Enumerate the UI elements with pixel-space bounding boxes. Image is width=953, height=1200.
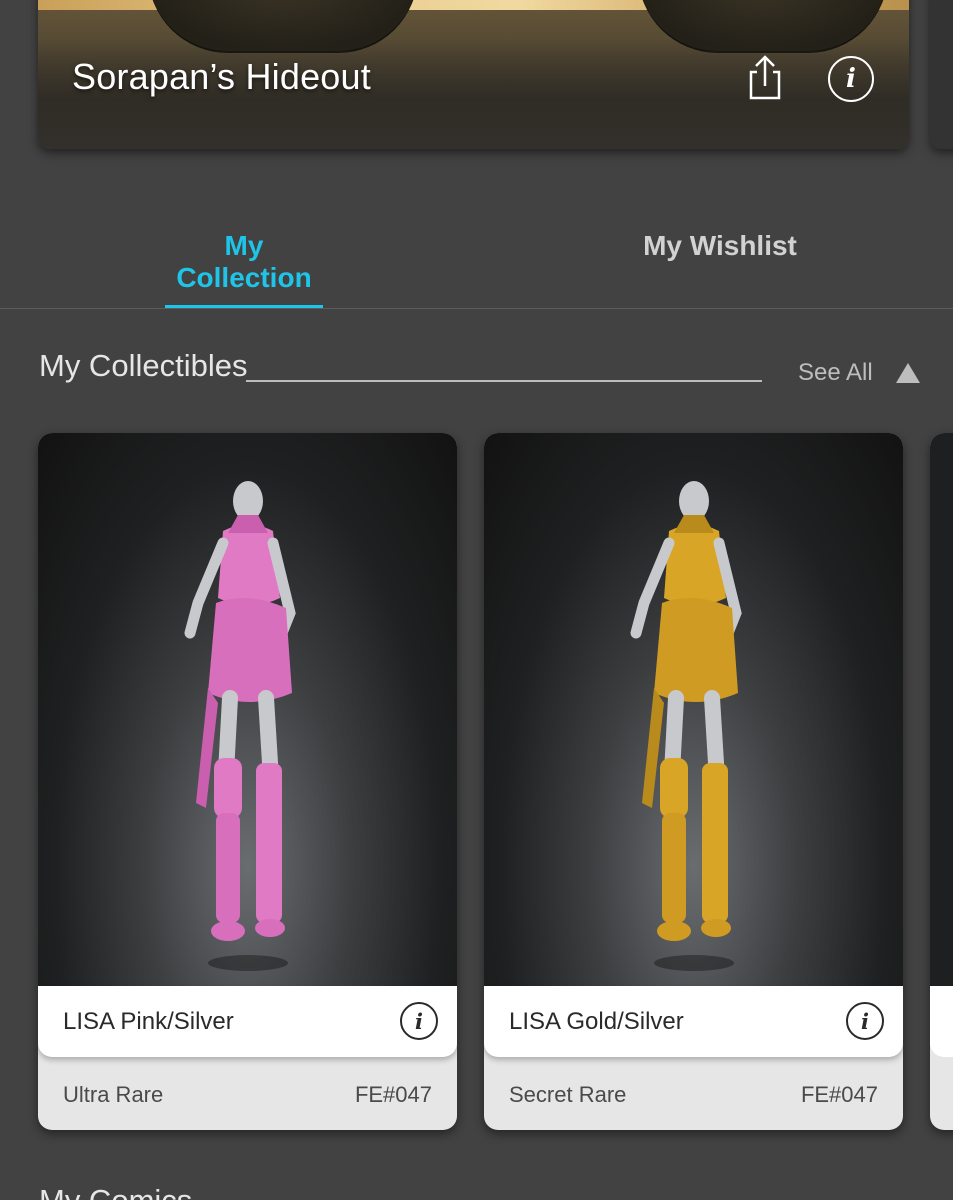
collectible-card[interactable]: LISA Pink/Silver i Ultra Rare FE#047 bbox=[38, 433, 457, 1130]
collectible-serial: FE#047 bbox=[354, 1082, 432, 1107]
hideout-title: Sorapan’s Hideout bbox=[72, 56, 371, 97]
collectible-card-peek[interactable] bbox=[930, 433, 953, 1130]
section-divider bbox=[246, 380, 762, 382]
collectible-serial: FE#047 bbox=[800, 1082, 878, 1107]
collectible-image bbox=[930, 433, 953, 988]
info-icon: i bbox=[415, 1008, 423, 1034]
tab-my-wishlist[interactable]: My Wishlist bbox=[630, 230, 810, 262]
hideout-banner[interactable]: Sorapan’s Hideout i bbox=[38, 0, 909, 149]
hideout-info-button[interactable]: i bbox=[828, 56, 874, 102]
section-title-comics: My Comics bbox=[39, 1183, 192, 1200]
share-button[interactable] bbox=[743, 54, 787, 102]
collectible-image bbox=[38, 433, 457, 988]
active-tab-indicator bbox=[165, 305, 323, 308]
info-icon: i bbox=[846, 64, 856, 94]
see-all-link[interactable]: See All bbox=[798, 359, 873, 387]
triangle-up-icon bbox=[896, 363, 920, 383]
collectible-name: LISA Pink/Silver bbox=[63, 1008, 234, 1035]
tab-my-collection[interactable]: My Collection bbox=[165, 230, 323, 294]
collectible-info-button[interactable]: i bbox=[400, 1002, 438, 1040]
share-icon bbox=[749, 55, 781, 100]
collectible-name-bar: LISA Pink/Silver i bbox=[38, 986, 457, 1057]
collectible-rarity: Secret Rare bbox=[509, 1082, 627, 1107]
collectible-name: LISA Gold/Silver bbox=[509, 1008, 684, 1035]
figure-pink-silver bbox=[184, 481, 296, 971]
collectible-rarity: Ultra Rare bbox=[63, 1082, 164, 1107]
next-hideout-card[interactable] bbox=[930, 0, 953, 149]
section-title-collectibles: My Collectibles bbox=[39, 348, 248, 383]
collectible-image bbox=[484, 433, 903, 988]
collectible-card[interactable]: LISA Gold/Silver i Secret Rare FE#047 bbox=[484, 433, 903, 1130]
collectible-info-button[interactable]: i bbox=[846, 1002, 884, 1040]
info-icon: i bbox=[861, 1008, 869, 1034]
figure-gold-silver bbox=[630, 481, 742, 971]
collectible-name-bar: LISA Gold/Silver i bbox=[484, 986, 903, 1057]
collectible-name-bar bbox=[930, 986, 953, 1057]
collapse-button[interactable] bbox=[895, 361, 921, 385]
tab-bar: My Collection My Wishlist bbox=[0, 222, 953, 309]
tab-divider bbox=[0, 308, 953, 309]
